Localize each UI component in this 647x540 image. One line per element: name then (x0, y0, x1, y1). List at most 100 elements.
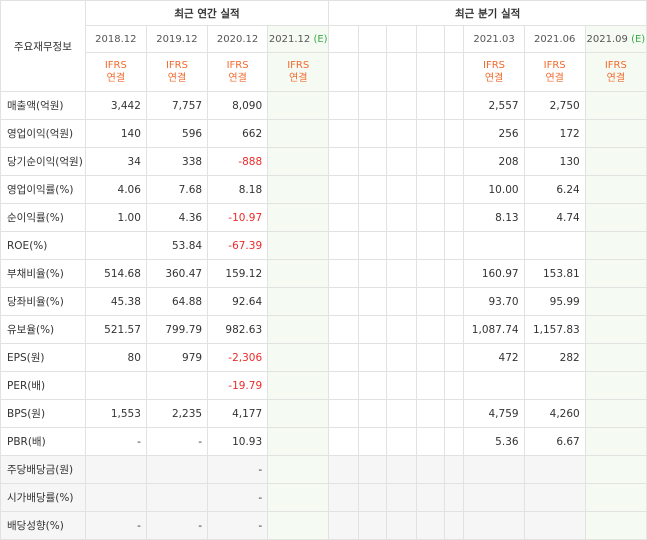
quarter-cell (463, 511, 525, 540)
empty-cell (386, 203, 418, 232)
empty-cell (328, 147, 360, 176)
estimate-cell (584, 203, 647, 232)
table-row: 부채비율(%) 514.68 360.47 159.12 160.97 153.81 (0, 259, 647, 288)
annual-cell: - (145, 511, 209, 540)
table-row: BPS(원) 1,553 2,235 4,177 4,759 4,260 (0, 399, 647, 428)
quarter-cell (463, 371, 525, 400)
empty-cell (358, 287, 388, 316)
period-quarter-2: 2021.06 (523, 25, 586, 53)
quarter-cell (463, 483, 525, 512)
estimate-cell (267, 175, 330, 204)
empty-cell (358, 455, 388, 484)
annual-cell: 1,553 (84, 399, 147, 428)
empty-cell (328, 455, 360, 484)
annual-cell (84, 231, 147, 260)
empty-cell (386, 175, 418, 204)
row-label: 영업이익률(%) (0, 175, 86, 204)
estimate-mark-quarter: (E) (631, 33, 646, 45)
ifrs-badge: IFRS 연결 (145, 52, 209, 92)
annual-cell: 4.36 (145, 203, 209, 232)
annual-cell: 799.79 (145, 315, 209, 344)
annual-cell: -888 (207, 147, 269, 176)
row-label: 영업이익(억원) (0, 119, 86, 148)
row-label: 주당배당금(원) (0, 455, 86, 484)
table-row: 배당성향(%) - - - (0, 511, 647, 540)
quarter-cell (523, 483, 586, 512)
empty-cell (386, 427, 418, 456)
estimate-cell (267, 287, 330, 316)
estimate-cell (584, 399, 647, 428)
row-label: PER(배) (0, 371, 86, 400)
ifrs-badge: IFRS 연결 (584, 52, 647, 92)
empty-cell (444, 483, 465, 512)
quarter-cell: 6.67 (523, 427, 586, 456)
annual-cell (145, 483, 209, 512)
empty-cell (358, 119, 388, 148)
row-label: BPS(원) (0, 399, 86, 428)
quarter-cell: 160.97 (463, 259, 525, 288)
empty-cell (328, 343, 360, 372)
empty-cell (444, 287, 465, 316)
annual-cell: 596 (145, 119, 209, 148)
empty-cell (386, 315, 418, 344)
table-row: PBR(배) - -10.93 5.36 6.67 (0, 427, 647, 456)
empty-cell (386, 259, 418, 288)
row-label: PBR(배) (0, 427, 86, 456)
annual-cell: - (207, 511, 269, 540)
period-annual-4-label: 2021.12 (268, 33, 311, 45)
estimate-cell (267, 315, 330, 344)
quarter-cell: 282 (523, 343, 586, 372)
estimate-cell (267, 371, 330, 400)
empty-cell (444, 147, 465, 176)
table-row: 영업이익(억원) 140 596 662 256 172 (0, 119, 647, 148)
empty-cell (386, 91, 418, 120)
empty-cell (358, 399, 388, 428)
empty-cell (444, 511, 465, 540)
estimate-cell (584, 147, 647, 176)
table-body: 매출액(억원) 3,442 7,757 8,090 2,557 2,750 영업이익(억원)… (0, 91, 647, 540)
empty-cell (444, 119, 465, 148)
row-label: 시가배당률(%) (0, 483, 86, 512)
empty-cell (416, 483, 446, 512)
annual-cell: 3,442 (84, 91, 147, 120)
empty-cell (358, 91, 388, 120)
annual-cell: - (207, 455, 269, 484)
empty-cell (358, 231, 388, 260)
annual-cell: - (84, 427, 147, 456)
estimate-cell (584, 91, 647, 120)
empty-cell (444, 231, 465, 260)
empty-cell (444, 91, 465, 120)
quarter-cell: 4,260 (523, 399, 586, 428)
estimate-cell (267, 203, 330, 232)
estimate-cell (584, 175, 647, 204)
estimate-cell (267, 455, 330, 484)
annual-cell: - (207, 483, 269, 512)
empty-cell (416, 287, 446, 316)
estimate-cell (267, 119, 330, 148)
annual-cell: 1.00 (84, 203, 147, 232)
quarter-cell (523, 371, 586, 400)
empty-cell (386, 399, 418, 428)
estimate-cell (267, 511, 330, 540)
annual-cell: 92.64 (207, 287, 269, 316)
quarter-cell: 172 (523, 119, 586, 148)
annual-cell (145, 455, 209, 484)
empty-cell (328, 287, 360, 316)
annual-cell: 159.12 (207, 259, 269, 288)
table-row: 주당배당금(원) - (0, 455, 647, 484)
estimate-cell (584, 343, 647, 372)
annual-cell: - (145, 427, 209, 456)
empty-cell (386, 231, 418, 260)
annual-cell: 521.57 (84, 315, 147, 344)
empty-cell (416, 315, 446, 344)
annual-cell: 80 (84, 343, 147, 372)
empty-cell (328, 511, 360, 540)
annual-cell: 662 (207, 119, 269, 148)
row-label: 유보율(%) (0, 315, 86, 344)
estimate-cell (267, 259, 330, 288)
annual-cell: 514.68 (84, 259, 147, 288)
annual-cell (84, 371, 147, 400)
quarter-cell: 2,557 (463, 91, 525, 120)
annual-cell: 140 (84, 119, 147, 148)
annual-cell: 10.93 (207, 427, 269, 456)
